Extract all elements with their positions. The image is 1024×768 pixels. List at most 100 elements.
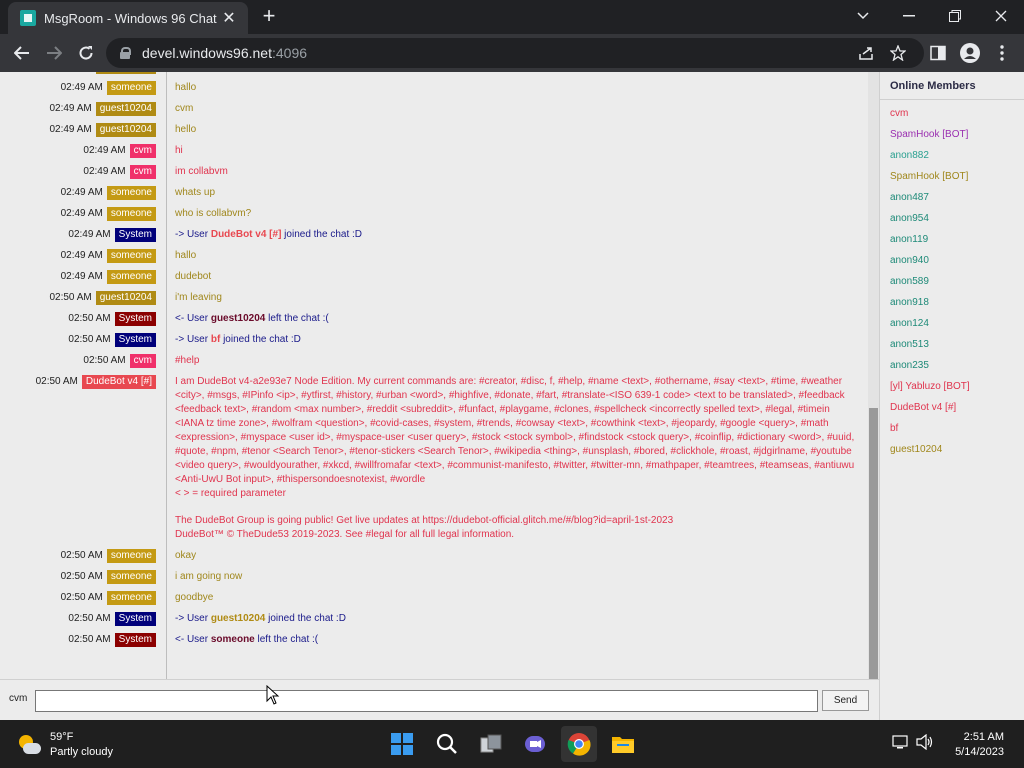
message-nick-badge[interactable]: guest10204 (95, 102, 156, 116)
system-message-user[interactable]: bf (211, 334, 220, 345)
online-member[interactable]: anon513 (880, 334, 1024, 355)
address-bar[interactable]: devel.windows96.net:4096 (106, 38, 924, 68)
system-message-user[interactable]: DudeBot v4 [#] (211, 229, 282, 240)
message-text: hallo (175, 82, 197, 93)
message-meta: 02:49 AMguest10204 (0, 72, 166, 74)
side-panel-icon[interactable] (924, 39, 952, 67)
current-nick-label[interactable]: cvm (9, 693, 27, 704)
online-member[interactable]: anon119 (880, 229, 1024, 250)
message-timestamp: 02:49 AM (60, 250, 103, 261)
message-meta: 02:49 AM someone (0, 207, 166, 221)
chrome-icon[interactable] (561, 726, 597, 762)
online-member[interactable]: SpamHook [BOT] (880, 124, 1024, 145)
message-nick-badge[interactable]: someone (106, 207, 156, 221)
message-nick-badge[interactable]: guest10204 (95, 291, 156, 305)
chat-message: 02:49 AM someone dudebot (0, 270, 868, 291)
online-member[interactable]: anon589 (880, 271, 1024, 292)
chat-message: 02:49 AM guest10204 Lol (0, 72, 868, 81)
message-timestamp: 02:50 AM (68, 634, 111, 645)
taskbar-clock[interactable]: 2:51 AM 5/14/2023 (955, 730, 1004, 760)
online-members-list: cvm SpamHook [BOT] anon882 SpamHook [BOT] an… (880, 100, 1024, 460)
tab-search-chevron-icon[interactable] (840, 0, 886, 32)
minimize-button[interactable] (886, 0, 932, 32)
restore-button[interactable] (932, 0, 978, 32)
forward-arrow-icon[interactable] (40, 39, 68, 67)
weather-widget[interactable]: 59°F Partly cloudy (16, 730, 113, 760)
online-member[interactable]: bf (880, 418, 1024, 439)
message-nick-badge[interactable]: cvm (129, 165, 156, 179)
message-nick-badge[interactable]: cvm (129, 354, 156, 368)
online-member[interactable]: anon235 (880, 355, 1024, 376)
message-nick-badge[interactable]: System (114, 228, 156, 242)
message-meta: 02:49 AM someone (0, 186, 166, 200)
system-message-prefix: -> User (175, 613, 211, 624)
system-message-user[interactable]: someone (211, 634, 255, 645)
online-member[interactable]: anon940 (880, 250, 1024, 271)
reload-icon[interactable] (72, 39, 100, 67)
system-message-suffix: left the chat :( (254, 634, 319, 645)
chat-input[interactable] (35, 690, 818, 712)
bot-message-line: DudeBot™ © TheDude53 2019-2023. See #leg… (175, 529, 515, 540)
file-explorer-icon[interactable] (605, 726, 641, 762)
share-icon[interactable] (852, 39, 880, 67)
chat-message: 02:50 AM System -> User bf joined the chat… (0, 333, 868, 354)
message-nick-badge[interactable]: cvm (129, 144, 156, 158)
lock-icon[interactable] (120, 47, 131, 59)
online-member[interactable]: SpamHook [BOT] (880, 166, 1024, 187)
online-member[interactable]: anon882 (880, 145, 1024, 166)
chat-input-bar: cvm Send (0, 679, 879, 720)
chat-message: 02:50 AM System -> User guest10204 joined … (0, 612, 868, 633)
message-nick-badge[interactable]: someone (106, 591, 156, 605)
message-meta: 02:49 AM System (0, 228, 166, 242)
close-window-button[interactable] (978, 0, 1024, 32)
chat-scrollbar-thumb[interactable] (869, 408, 878, 679)
message-nick-badge[interactable]: DudeBot v4 [#] (81, 375, 156, 389)
browser-tab[interactable]: MsgRoom - Windows 96 Chat ✕ (8, 2, 248, 34)
message-text: Lol (166, 72, 868, 74)
chat-message: 02:49 AM cvm im collabvm (0, 165, 868, 186)
message-nick-badge[interactable]: System (114, 312, 156, 326)
message-nick-badge[interactable]: someone (106, 270, 156, 284)
message-nick-badge[interactable]: someone (106, 570, 156, 584)
message-timestamp: 02:49 AM (49, 124, 92, 135)
message-nick-badge[interactable]: System (114, 333, 156, 347)
message-text: im collabvm (175, 166, 228, 177)
message-nick-badge[interactable]: someone (106, 249, 156, 263)
online-member[interactable]: anon124 (880, 313, 1024, 334)
bookmark-star-icon[interactable] (884, 39, 912, 67)
msgroom-favicon-icon (20, 10, 36, 26)
back-arrow-icon[interactable] (8, 39, 36, 67)
online-member[interactable]: anon954 (880, 208, 1024, 229)
message-nick-badge[interactable]: guest10204 (95, 72, 156, 74)
chat-scrollbar[interactable] (868, 72, 879, 679)
system-message-user[interactable]: guest10204 (211, 613, 265, 624)
menu-kebab-icon[interactable] (988, 39, 1016, 67)
message-timestamp: 02:49 AM (49, 103, 92, 114)
network-icon[interactable] (892, 734, 908, 753)
message-text: who is collabvm? (175, 208, 252, 219)
send-button[interactable]: Send (822, 690, 869, 711)
close-tab-icon[interactable]: ✕ (220, 8, 238, 28)
search-icon[interactable] (429, 726, 465, 762)
online-member[interactable]: anon487 (880, 187, 1024, 208)
online-member[interactable]: anon918 (880, 292, 1024, 313)
online-member[interactable]: DudeBot v4 [#] (880, 397, 1024, 418)
message-nick-badge[interactable]: System (114, 612, 156, 626)
online-member[interactable]: guest10204 (880, 439, 1024, 460)
volume-icon[interactable] (916, 733, 934, 753)
online-member[interactable]: cvm (880, 103, 1024, 124)
message-nick-badge[interactable]: someone (106, 549, 156, 563)
task-view-icon[interactable] (473, 726, 509, 762)
profile-avatar-icon[interactable] (956, 39, 984, 67)
teams-chat-icon[interactable] (517, 726, 553, 762)
system-message-user[interactable]: guest10204 (211, 313, 265, 324)
message-nick-badge[interactable]: System (114, 633, 156, 647)
windows-start-icon[interactable] (384, 726, 420, 762)
message-nick-badge[interactable]: someone (106, 186, 156, 200)
message-nick-badge[interactable]: guest10204 (95, 123, 156, 137)
online-member[interactable]: [yl] Yabluzo [BOT] (880, 376, 1024, 397)
message-nick-badge[interactable]: someone (106, 81, 156, 95)
new-tab-button[interactable]: + (258, 5, 280, 28)
message-meta: 02:49 AMguest10204 (0, 102, 166, 116)
chat-log[interactable]: 02:49 AMguest10204Lol02:49 AMsomeonehall… (0, 72, 868, 679)
